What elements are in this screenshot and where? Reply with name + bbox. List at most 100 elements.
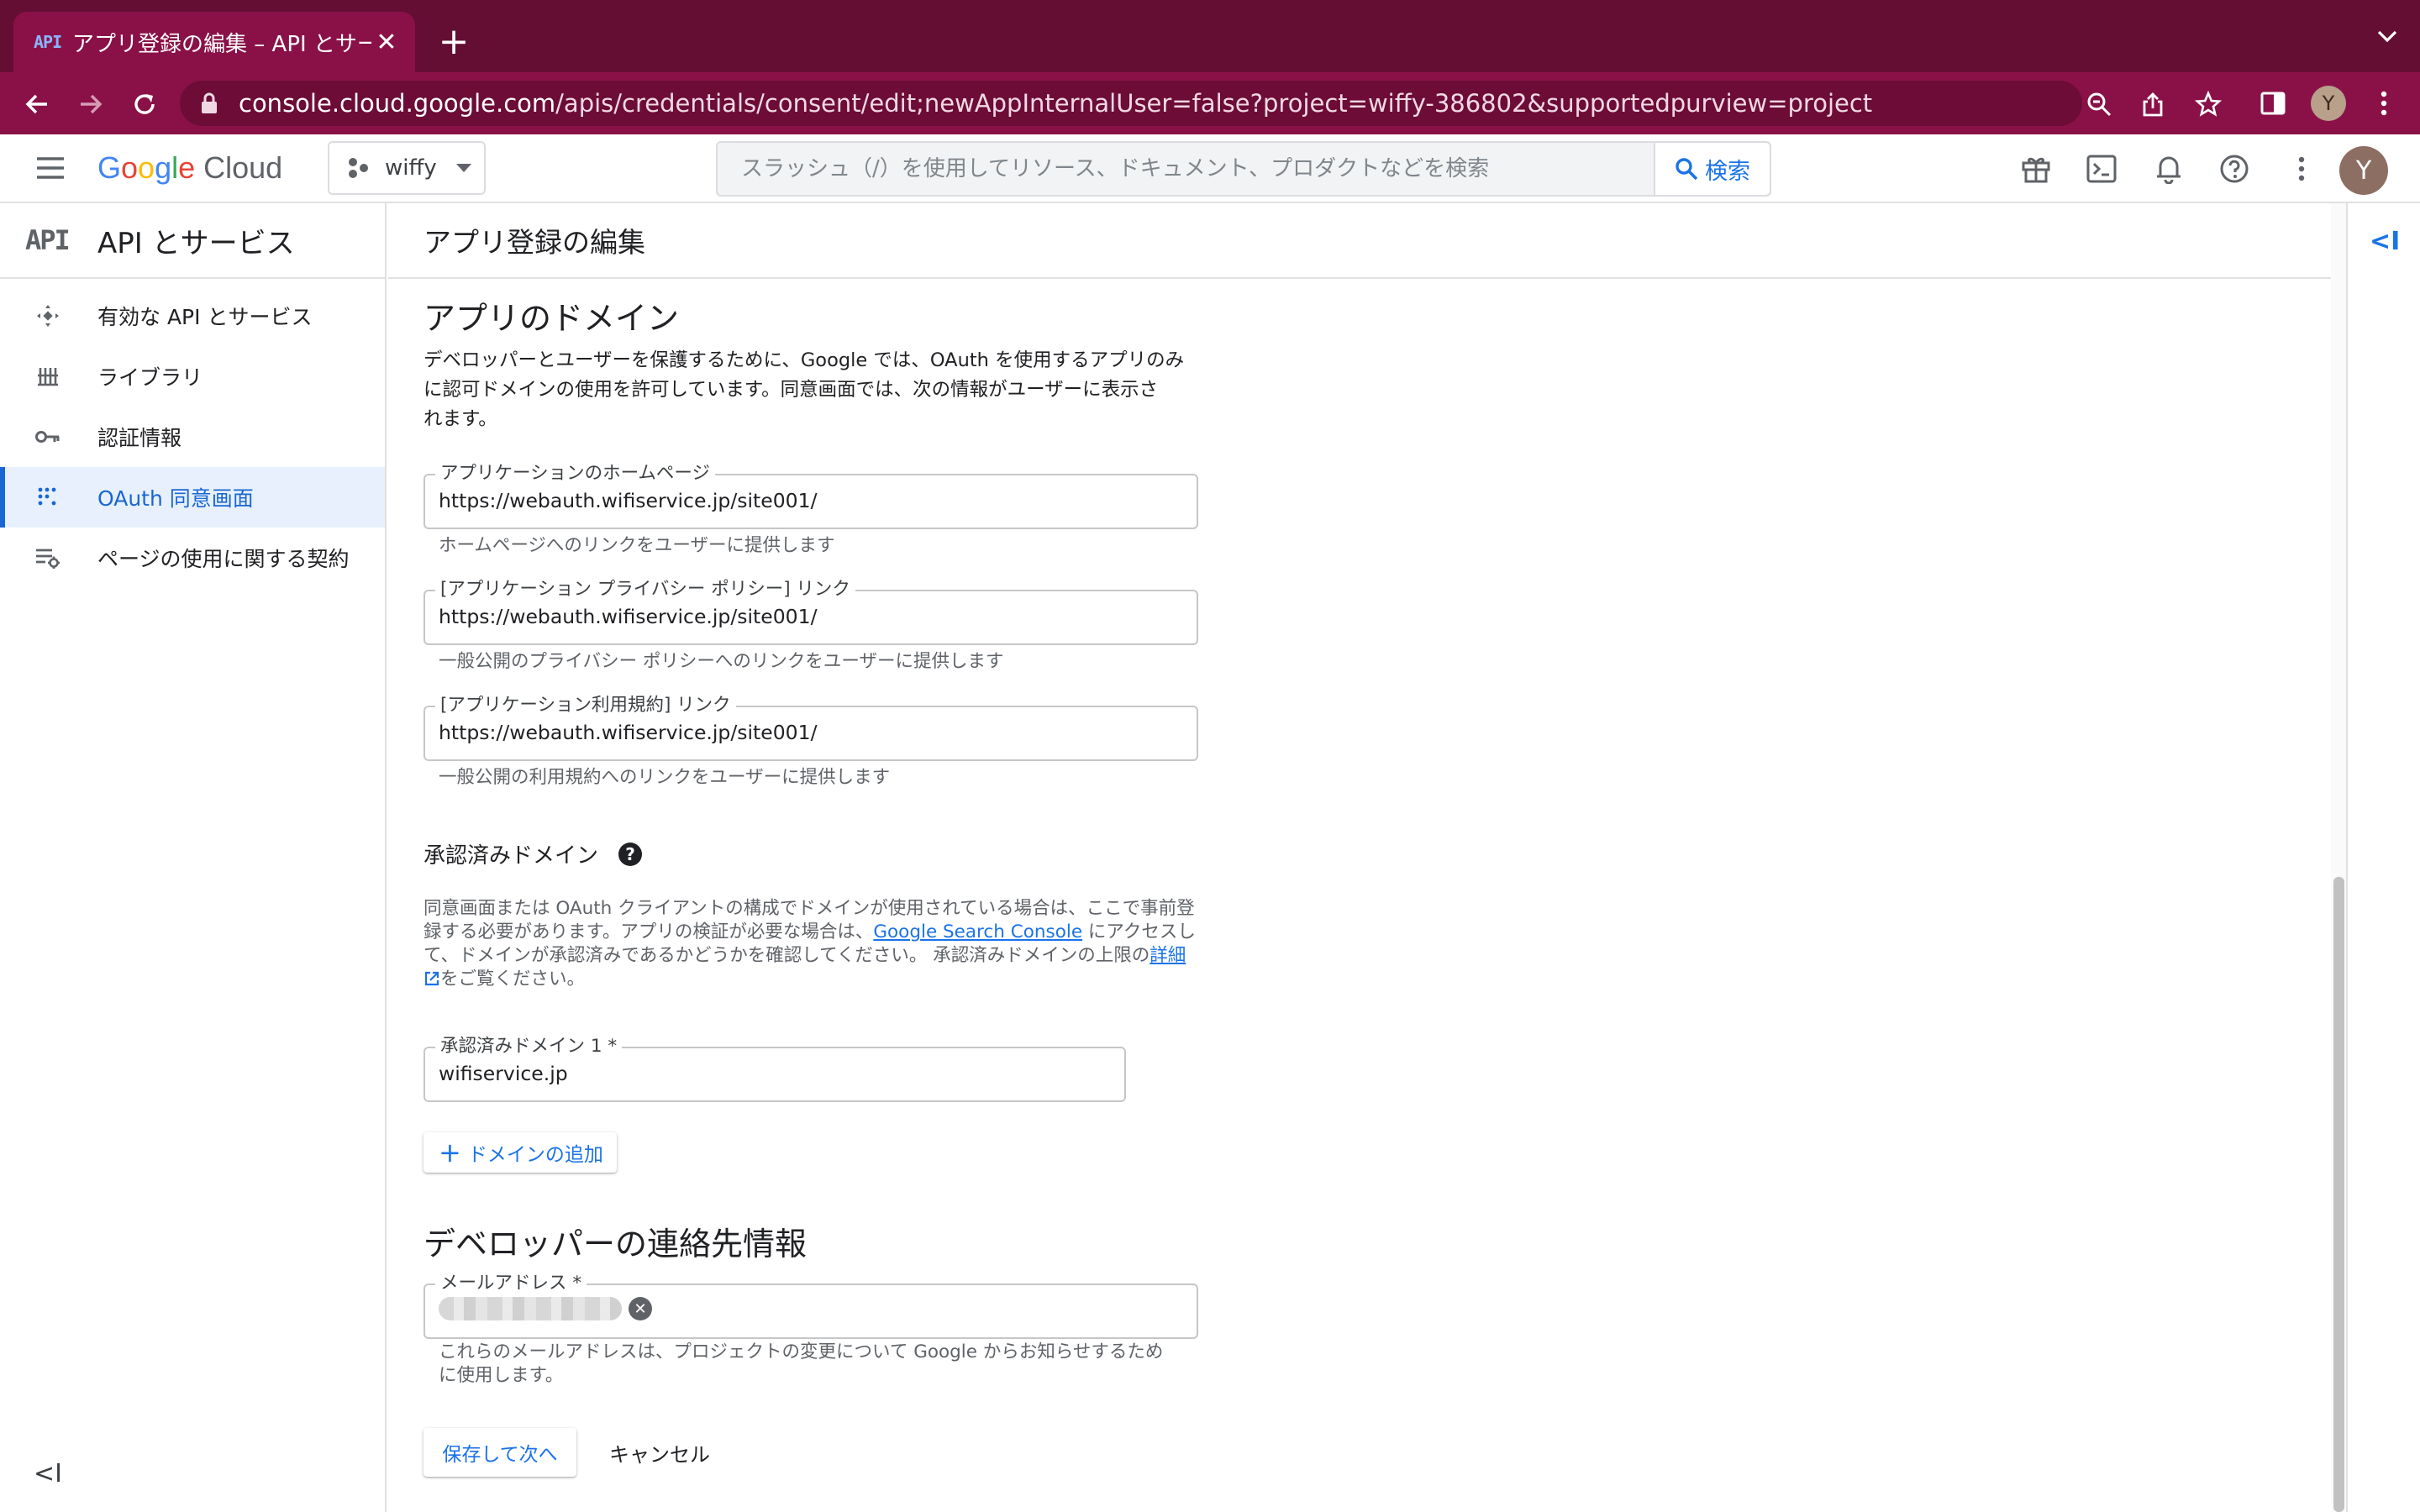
authorized-domain-1-input[interactable]: wifiservice.jp [439, 1062, 568, 1085]
logo-letter: o [138, 150, 155, 185]
description-text: て、ドメインが承認済みであるかどうかを確認してください。 承認済みドメインの上限… [424, 945, 1150, 966]
api-diamond-icon [35, 303, 60, 328]
scrollbar-thumb[interactable] [2333, 877, 2344, 1512]
address-bar[interactable]: console.cloud.google.com/apis/credential… [180, 81, 2082, 126]
add-domain-button[interactable]: + ドメインの追加 [424, 1132, 617, 1173]
api-favicon-icon: API [34, 32, 62, 52]
authorized-domains-description: 同意画面または OAuth クライアントの構成でドメインが使用されている場合は、… [424, 897, 1196, 991]
forward-arrow-icon[interactable] [72, 86, 109, 123]
url-host: console.cloud.google.com [239, 89, 556, 118]
help-circle-icon[interactable]: ? [618, 842, 643, 866]
details-link[interactable]: 詳細 [1150, 945, 1186, 966]
terms-field[interactable]: [アプリケーション利用規約] リンク https://webauth.wifis… [424, 694, 1198, 761]
tab-close-icon[interactable]: ✕ [371, 28, 402, 57]
email-hint: これらのメールアドレスは、プロジェクトの変更について Google からお知らせ… [439, 1341, 1163, 1388]
external-link-icon[interactable] [424, 970, 440, 987]
chip-remove-icon[interactable]: ✕ [629, 1297, 652, 1320]
homepage-input[interactable]: https://webauth.wifiservice.jp/site001/ [439, 489, 817, 512]
authorized-domains-heading: 承認済みドメイン [424, 843, 599, 869]
library-icon [35, 364, 60, 389]
hint-line: これらのメールアドレスは、プロジェクトの変更について Google からお知らせ… [439, 1341, 1164, 1362]
homepage-field[interactable]: アプリケーションのホームページ https://webauth.wifiserv… [424, 462, 1198, 529]
sidebar-collapse-icon[interactable]: <I [34, 1459, 62, 1488]
plus-icon: + [439, 1137, 461, 1168]
sidebar: API API とサービス 有効な API とサービス ライブラリ 認証情報 O… [0, 203, 387, 1512]
cancel-button[interactable]: キャンセル [597, 1428, 723, 1477]
sidebar-item-page-usage[interactable]: ページの使用に関する契約 [0, 528, 385, 588]
url-text: console.cloud.google.com/apis/credential… [239, 89, 1872, 118]
app-domain-heading: アプリのドメイン [424, 300, 680, 337]
sidebar-item-enabled-apis[interactable]: 有効な API とサービス [0, 286, 385, 346]
terms-input[interactable]: https://webauth.wifiservice.jp/site001/ [439, 721, 817, 744]
search-icon [1676, 158, 1698, 181]
back-arrow-icon[interactable] [18, 86, 55, 123]
browser-tab-strip: API アプリ登録の編集 – API とサービス ✕ + [0, 0, 2420, 72]
sidebar-header: API API とサービス [0, 203, 385, 279]
sidebar-item-library[interactable]: ライブラリ [0, 346, 385, 407]
google-cloud-logo[interactable]: Google Cloud [97, 148, 282, 188]
hint-line: に使用します。 [439, 1365, 564, 1386]
sidebar-title: API とサービス [97, 226, 295, 260]
user-avatar[interactable]: Y [2339, 146, 2388, 195]
more-options-icon[interactable] [2282, 150, 2321, 188]
logo-product: Cloud [203, 150, 283, 185]
consent-dots-icon [35, 485, 60, 510]
app-domain-description: デベロッパーとユーザーを保護するために、Google では、OAuth を使用す… [424, 346, 1184, 434]
email-chip-redacted [439, 1297, 622, 1320]
logo-word: Google [97, 150, 195, 185]
project-name: wiffy [385, 155, 437, 181]
description-line: をご覧ください。 [424, 968, 1196, 991]
terms-hint: 一般公開の利用規約へのリンクをユーザーに提供します [439, 767, 891, 788]
api-logo-icon: API [25, 224, 71, 256]
new-tab-button[interactable]: + [435, 18, 472, 66]
side-panel-icon[interactable] [2254, 84, 2292, 123]
profile-avatar[interactable]: Y [2309, 84, 2348, 123]
description-text: 録する必要があります。アプリの検証が必要な場合は、 [424, 921, 874, 942]
browser-menu-icon[interactable] [2365, 84, 2403, 123]
reload-icon[interactable] [126, 86, 163, 123]
email-label: メールアドレス * [435, 1272, 587, 1295]
browser-tab-active[interactable]: API アプリ登録の編集 – API とサービス ✕ [13, 12, 415, 72]
email-chip[interactable]: ✕ [439, 1297, 652, 1320]
logo-letter: g [155, 150, 172, 185]
description-line: れます。 [424, 408, 497, 430]
sidebar-item-credentials[interactable]: 認証情報 [0, 407, 385, 467]
privacy-policy-label: [アプリケーション プライバシー ポリシー] リンク [435, 578, 855, 601]
logo-letter: o [121, 150, 139, 185]
sidebar-item-oauth-consent[interactable]: OAuth 同意画面 [0, 467, 385, 528]
settings-list-icon [35, 545, 60, 570]
bookmark-star-icon[interactable] [2193, 89, 2223, 119]
url-path: /apis/credentials/consent/edit;newAppInt… [555, 89, 1873, 118]
gift-icon[interactable] [2017, 150, 2055, 188]
email-field[interactable]: メールアドレス * ✕ [424, 1272, 1198, 1339]
zoom-icon[interactable] [2084, 89, 2114, 119]
project-picker[interactable]: wiffy [328, 141, 486, 195]
save-and-continue-button[interactable]: 保存して次へ [424, 1428, 576, 1477]
add-domain-label: ドメインの追加 [467, 1144, 603, 1166]
homepage-label: アプリケーションのホームページ [435, 462, 715, 486]
right-panel-toggle-icon[interactable]: <I [2370, 227, 2400, 256]
privacy-policy-field[interactable]: [アプリケーション プライバシー ポリシー] リンク https://webau… [424, 578, 1198, 645]
help-icon[interactable] [2215, 150, 2254, 188]
profile-initial: Y [2311, 86, 2346, 121]
privacy-policy-input[interactable]: https://webauth.wifiservice.jp/site001/ [439, 605, 817, 628]
lock-icon[interactable] [200, 92, 218, 118]
project-nodes-icon [349, 158, 368, 178]
right-rail: <I [2346, 203, 2420, 1512]
logo-letter: l [171, 150, 179, 185]
description-text: にアクセスし [1082, 921, 1196, 942]
tab-list-chevron-icon[interactable] [2376, 29, 2398, 44]
authorized-domain-1-field[interactable]: 承認済みドメイン 1 * wifiservice.jp [424, 1035, 1126, 1102]
dropdown-caret-icon [455, 164, 471, 172]
search-button[interactable]: 検索 [1654, 143, 1770, 195]
notifications-bell-icon[interactable] [2149, 150, 2188, 188]
share-icon[interactable] [2138, 89, 2168, 119]
page-title: アプリ登録の編集 [424, 226, 645, 259]
hamburger-menu-icon[interactable] [35, 156, 66, 183]
search-input[interactable] [718, 143, 1654, 195]
authorized-domain-1-label: 承認済みドメイン 1 * [435, 1035, 623, 1058]
sidebar-item-label: ライブラリ [97, 365, 203, 390]
cloud-shell-terminal-icon[interactable] [2082, 150, 2121, 188]
search-console-link[interactable]: Google Search Console [873, 921, 1082, 942]
description-line: デベロッパーとユーザーを保護するために、Google では、OAuth を使用す… [424, 349, 1185, 371]
